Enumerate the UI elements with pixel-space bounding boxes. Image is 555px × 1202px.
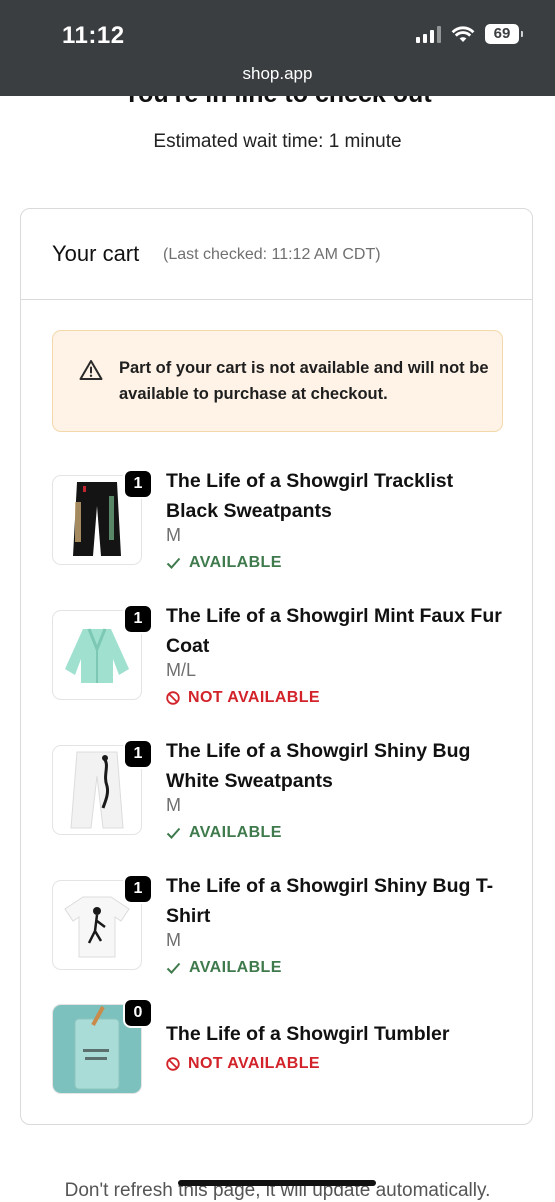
status-bar: 11:12 69 shop.app [0, 0, 555, 96]
checkmark-icon [166, 962, 181, 974]
item-name: The Life of a Showgirl Tumbler [166, 1023, 450, 1045]
cellular-signal-icon [416, 25, 441, 43]
cart-title: Your cart [52, 241, 140, 266]
availability-label: AVAILABLE [189, 554, 282, 571]
availability-status: NOT AVAILABLE [166, 1055, 320, 1073]
estimated-wait-time: Estimated wait time: 1 minute [153, 131, 402, 152]
availability-status: AVAILABLE [166, 959, 282, 977]
warning-triangle-icon [79, 360, 103, 380]
item-name: The Life of a Showgirl Shiny Bug White S… [166, 740, 471, 792]
quantity-badge: 1 [123, 469, 153, 499]
availability-label: AVAILABLE [189, 959, 282, 976]
checkmark-icon [166, 557, 181, 569]
item-name: The Life of a Showgirl Mint Faux Fur Coa… [166, 605, 502, 657]
availability-label: NOT AVAILABLE [188, 1055, 321, 1072]
item-name: The Life of a Showgirl Shiny Bug T-Shirt [166, 875, 494, 927]
cart-header: Your cart (Last checked: 11:12 AM CDT) [21, 209, 532, 300]
quantity-badge: 1 [123, 739, 153, 769]
status-time: 11:12 [62, 22, 125, 49]
item-variant: M/L [166, 660, 197, 680]
url-bar[interactable]: shop.app [0, 64, 555, 84]
item-name: The Life of a Showgirl Tracklist Black S… [166, 470, 454, 522]
wifi-icon [451, 26, 475, 42]
status-icons: 69 [416, 24, 523, 44]
availability-label: AVAILABLE [189, 824, 282, 841]
prohibited-icon [166, 1057, 180, 1071]
checkmark-icon [166, 827, 181, 839]
item-variant: M [166, 930, 181, 950]
availability-status: AVAILABLE [166, 824, 282, 842]
availability-label: NOT AVAILABLE [188, 689, 321, 706]
battery-icon: 69 [485, 24, 523, 44]
home-indicator[interactable] [178, 1180, 376, 1186]
quantity-badge: 1 [123, 604, 153, 634]
quantity-badge: 0 [123, 998, 153, 1028]
item-variant: M [166, 525, 181, 545]
cart-card: Your cart (Last checked: 11:12 AM CDT) P… [20, 208, 533, 1125]
availability-status: NOT AVAILABLE [166, 689, 320, 707]
quantity-badge: 1 [123, 874, 153, 904]
availability-status: AVAILABLE [166, 554, 282, 572]
availability-warning-banner: Part of your cart is not available and w… [52, 330, 503, 432]
warning-message: Part of your cart is not available and w… [119, 359, 489, 403]
item-variant: M [166, 795, 181, 815]
last-checked-timestamp: (Last checked: 11:12 AM CDT) [163, 246, 381, 263]
prohibited-icon [166, 691, 180, 705]
